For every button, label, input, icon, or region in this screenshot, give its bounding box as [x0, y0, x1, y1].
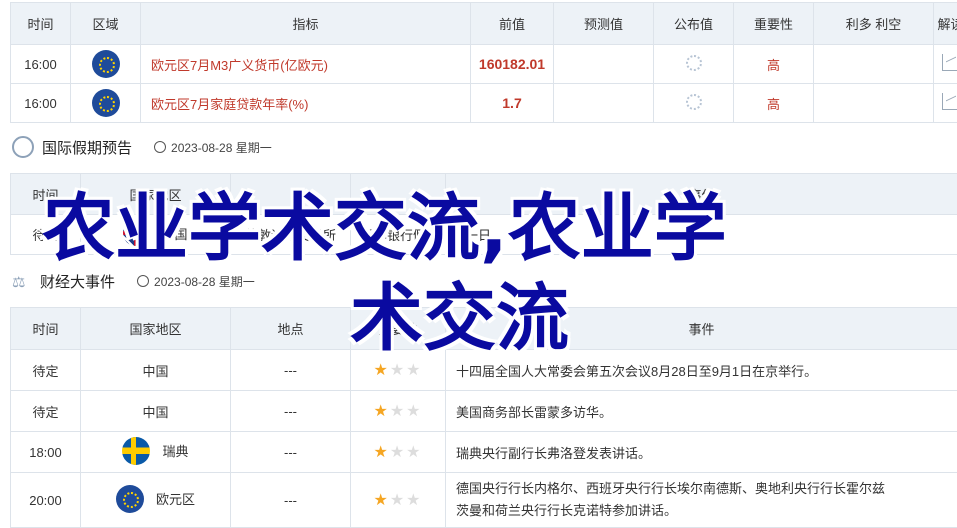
- indicator-link[interactable]: 欧元区7月M3广义货币(亿欧元): [141, 45, 471, 84]
- impact-value: [814, 84, 934, 123]
- chart-icon[interactable]: [942, 93, 957, 110]
- col-header-indicator: 指标: [141, 3, 471, 45]
- star-icon: ★: [373, 492, 389, 509]
- forecast-value: [554, 84, 654, 123]
- col-header-time: 时间: [11, 308, 81, 350]
- star-icon: ★: [406, 492, 422, 509]
- importance-value: 高: [734, 84, 814, 123]
- sweden-flag-icon: [122, 437, 150, 465]
- holiday-section-header: 国际假期预告 2023-08-28 星期一: [12, 132, 272, 162]
- event-text: 美国商务部长雷蒙多访华。: [446, 391, 957, 432]
- star-icon: ★: [390, 403, 406, 420]
- row-time: 20:00: [11, 473, 81, 528]
- previous-value: 1.7: [471, 84, 554, 123]
- row-time: 16:00: [11, 84, 71, 123]
- row-time: 16:00: [11, 45, 71, 84]
- place-name: ---: [231, 350, 351, 391]
- col-header-country: 国家地区: [81, 308, 231, 350]
- event-text: 瑞典央行副行长弗洛登发表讲话。: [446, 432, 957, 473]
- place-name: ---: [231, 473, 351, 528]
- table-row: 16:00 欧元区7月M3广义货币(亿欧元) 160182.01 高: [11, 45, 957, 84]
- section-title: 国际假期预告: [42, 137, 132, 158]
- col-header-forecast: 预测值: [554, 3, 654, 45]
- star-icon: ★: [390, 362, 406, 379]
- clock-icon: [154, 141, 166, 153]
- section-title: 财经大事件: [40, 271, 115, 292]
- section-date: 2023-08-28 星期一: [171, 139, 272, 156]
- section-date: 2023-08-28 星期一: [154, 273, 255, 290]
- table-row: 待定 中国 --- ★★★ 美国商务部长雷蒙多访华。: [11, 391, 957, 432]
- importance-stars: ★★★: [351, 391, 446, 432]
- overlay-title-line2: 术交流: [350, 282, 569, 355]
- chart-icon[interactable]: [942, 54, 957, 71]
- table-row: 16:00 欧元区7月家庭贷款年率(%) 1.7 高: [11, 84, 957, 123]
- col-header-detail: 解读: [934, 3, 957, 45]
- star-icon: ★: [406, 362, 422, 379]
- economic-calendar-table: 时间 区域 指标 前值 预测值 公布值 重要性 利多 利空 解读 16:00 欧…: [10, 2, 957, 123]
- impact-value: [814, 45, 934, 84]
- row-time: 待定: [11, 391, 81, 432]
- col-header-time: 时间: [11, 3, 71, 45]
- country-name: 中国: [81, 350, 231, 391]
- country-name: 欧元区: [156, 489, 195, 508]
- eu-flag-icon: [92, 89, 120, 117]
- clock-icon: [137, 275, 149, 287]
- event-line: 茨曼和荷兰央行行长克诺特参加讲话。: [456, 500, 957, 522]
- table-row: 20:00 欧元区 --- ★★★ 德国央行行长内格尔、西班牙央行行长埃尔南德斯…: [11, 473, 957, 528]
- event-text: 德国央行行长内格尔、西班牙央行行长埃尔南德斯、奥地利央行行长霍尔兹茨曼和荷兰央行…: [446, 473, 957, 528]
- event-line: 德国央行行长内格尔、西班牙央行行长埃尔南德斯、奥地利央行行长霍尔兹: [456, 478, 957, 500]
- overlay-title-line1: 农业学术交流,农业学: [42, 192, 727, 265]
- eu-flag-icon: [92, 50, 120, 78]
- star-icon: ★: [406, 403, 422, 420]
- row-time: 待定: [11, 350, 81, 391]
- star-icon: ★: [390, 444, 406, 461]
- importance-stars: ★★★: [351, 432, 446, 473]
- row-time: 18:00: [11, 432, 81, 473]
- importance-stars: ★★★: [351, 473, 446, 528]
- country-name: 瑞典: [162, 441, 188, 460]
- col-header-previous: 前值: [471, 3, 554, 45]
- star-icon: ★: [373, 444, 389, 461]
- globe-icon: [12, 136, 34, 158]
- col-header-place: 地点: [231, 308, 351, 350]
- col-header-actual: 公布值: [654, 3, 734, 45]
- place-name: ---: [231, 432, 351, 473]
- importance-value: 高: [734, 45, 814, 84]
- table-header-row: 时间 区域 指标 前值 预测值 公布值 重要性 利多 利空 解读: [11, 3, 957, 45]
- star-icon: ★: [373, 362, 389, 379]
- place-name: ---: [231, 391, 351, 432]
- star-icon: ★: [406, 444, 422, 461]
- table-row: 18:00 瑞典 --- ★★★ 瑞典央行副行长弗洛登发表讲话。: [11, 432, 957, 473]
- star-icon: ★: [373, 403, 389, 420]
- loading-icon: [686, 94, 702, 110]
- country-name: 中国: [81, 391, 231, 432]
- loading-icon: [686, 55, 702, 71]
- forecast-value: [554, 45, 654, 84]
- eu-flag-icon: [116, 485, 144, 513]
- col-header-importance: 重要性: [734, 3, 814, 45]
- star-icon: ★: [390, 492, 406, 509]
- indicator-link[interactable]: 欧元区7月家庭贷款年率(%): [141, 84, 471, 123]
- col-header-impact: 利多 利空: [814, 3, 934, 45]
- previous-value: 160182.01: [471, 45, 554, 84]
- col-header-region: 区域: [71, 3, 141, 45]
- scale-icon: ⚖: [12, 273, 32, 289]
